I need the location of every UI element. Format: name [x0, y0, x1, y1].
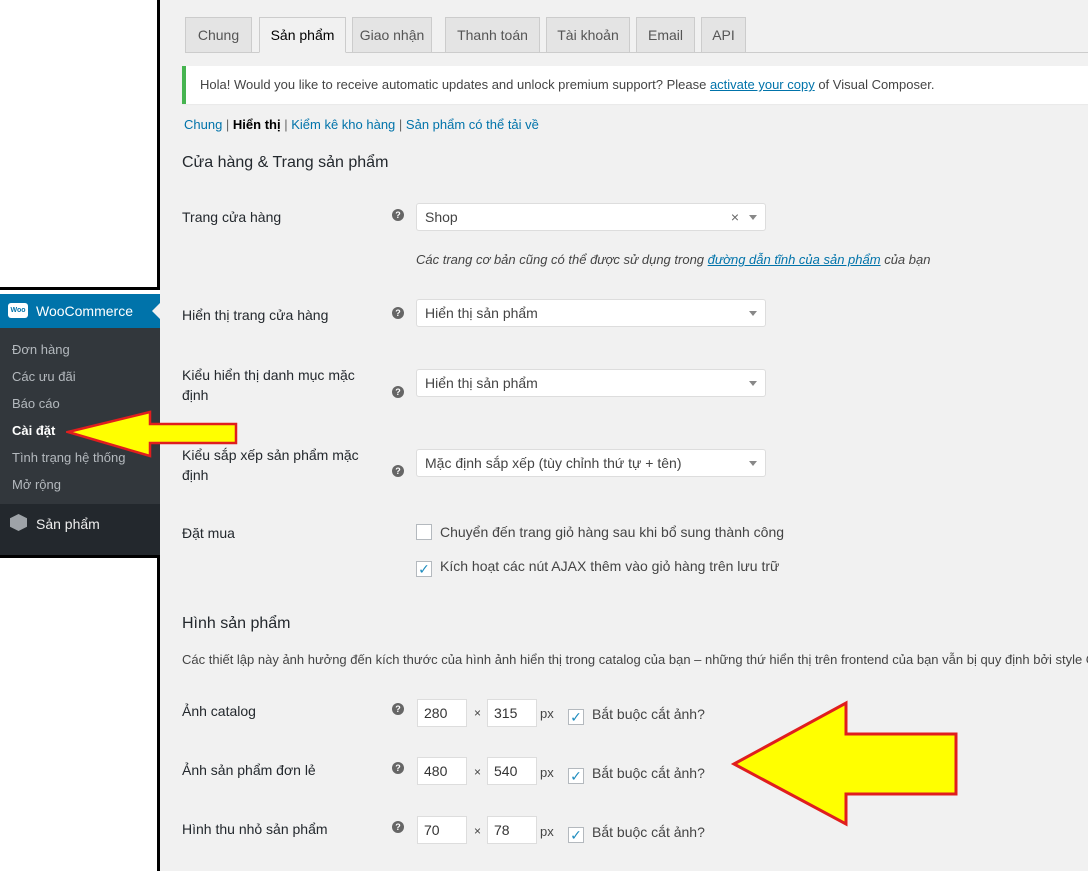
- subnav-separator: |: [222, 117, 233, 132]
- subnav-display[interactable]: Hiển thị: [233, 117, 281, 132]
- tab-shipping[interactable]: Giao nhận: [352, 17, 432, 53]
- shop-page-description: Các trang cơ bản cũng có thể được sử dụn…: [416, 252, 930, 267]
- shop-display-value: Hiển thị sản phẩm: [425, 305, 538, 321]
- tab-email[interactable]: Email: [636, 17, 695, 53]
- option-label: Kích hoạt các nút AJAX thêm vào giỏ hàng…: [440, 558, 780, 574]
- redirect-to-cart-option[interactable]: Chuyển đến trang giỏ hàng sau khi bổ sun…: [416, 524, 784, 540]
- shop-page-label: Trang cửa hàng: [182, 209, 282, 225]
- chevron-down-icon: [749, 461, 757, 466]
- chevron-down-icon: [749, 311, 757, 316]
- tab-products[interactable]: Sản phẩm: [259, 17, 346, 53]
- desc-text-end: của bạn: [880, 252, 931, 267]
- blank-panel-top: [0, 0, 160, 290]
- help-icon[interactable]: ?: [392, 703, 404, 715]
- crop-label: Bắt buộc cắt ảnh?: [592, 706, 705, 722]
- sidebar-item-label: Sản phẩm: [36, 516, 100, 532]
- arrow-left-icon: [66, 410, 238, 458]
- crop-label: Bắt buộc cắt ảnh?: [592, 824, 705, 840]
- images-description: Các thiết lập này ảnh hưởng đến kích thư…: [182, 652, 1088, 667]
- catalog-height-input[interactable]: 315: [487, 699, 537, 727]
- thumbnail-image-label: Hình thu nhỏ sản phẩm: [182, 821, 328, 837]
- activate-link[interactable]: activate your copy: [710, 77, 815, 92]
- category-display-select[interactable]: Hiển thị sản phẩm: [416, 369, 766, 397]
- clear-icon[interactable]: ×: [731, 204, 739, 230]
- menu-pointer-icon: [152, 303, 160, 319]
- shop-page-value: Shop: [425, 209, 458, 225]
- sidebar-item-orders[interactable]: Đơn hàng: [12, 342, 70, 357]
- thumbnail-crop-checkbox[interactable]: ✓: [568, 827, 584, 843]
- help-icon[interactable]: ?: [392, 762, 404, 774]
- section-title-shop: Cửa hàng & Trang sản phẩm: [182, 154, 389, 171]
- tab-general[interactable]: Chung: [185, 17, 252, 53]
- single-image-label: Ảnh sản phẩm đơn lẻ: [182, 762, 316, 778]
- sidebar-item-extensions[interactable]: Mở rộng: [12, 477, 61, 492]
- ajax-add-to-cart-checkbox[interactable]: ✓: [416, 561, 432, 577]
- single-crop-option[interactable]: ✓ Bắt buộc cắt ảnh?: [568, 765, 705, 784]
- permalinks-link[interactable]: đường dẫn tĩnh của sản phẩm: [708, 252, 881, 267]
- redirect-to-cart-checkbox[interactable]: [416, 524, 432, 540]
- sidebar-item-woocommerce[interactable]: Woo WooCommerce: [0, 294, 160, 328]
- product-box-icon: [10, 514, 27, 531]
- woocommerce-icon: Woo: [8, 303, 28, 318]
- label-line: Kiểu hiển thị danh mục mặc: [182, 367, 355, 383]
- help-icon[interactable]: ?: [392, 465, 404, 477]
- section-title-images: Hình sản phẩm: [182, 615, 291, 632]
- shop-page-select[interactable]: Shop ×: [416, 203, 766, 231]
- single-height-input[interactable]: 540: [487, 757, 537, 785]
- desc-text: Các trang cơ bản cũng có thể được sử dụn…: [416, 252, 708, 267]
- single-width-input[interactable]: 480: [417, 757, 467, 785]
- shop-display-select[interactable]: Hiển thị sản phẩm: [416, 299, 766, 327]
- catalog-crop-checkbox[interactable]: ✓: [568, 709, 584, 725]
- help-icon[interactable]: ?: [392, 821, 404, 833]
- tab-accounts[interactable]: Tài khoản: [546, 17, 630, 53]
- help-icon[interactable]: ?: [392, 307, 404, 319]
- unit-label: px: [540, 824, 554, 839]
- tab-api[interactable]: API: [701, 17, 746, 53]
- sidebar-item-products[interactable]: Sản phẩm: [0, 504, 160, 544]
- chevron-down-icon: [749, 215, 757, 220]
- thumbnail-crop-option[interactable]: ✓ Bắt buộc cắt ảnh?: [568, 824, 705, 843]
- subnav-separator: |: [395, 117, 403, 132]
- ajax-add-to-cart-option[interactable]: ✓ Kích hoạt các nút AJAX thêm vào giỏ hàn…: [416, 558, 779, 577]
- subnav-inventory[interactable]: Kiểm kê kho hàng: [291, 117, 395, 132]
- default-sorting-select[interactable]: Mặc định sắp xếp (tùy chỉnh thứ tự + tên…: [416, 449, 766, 477]
- chevron-down-icon: [749, 381, 757, 386]
- sidebar-item-reports[interactable]: Báo cáo: [12, 396, 60, 411]
- sidebar-item-coupons[interactable]: Các ưu đãi: [12, 369, 76, 384]
- notice-text-end: of Visual Composer.: [814, 77, 935, 92]
- option-label: Chuyển đến trang giỏ hàng sau khi bổ sun…: [440, 524, 785, 540]
- times-sign: ×: [474, 706, 482, 720]
- times-sign: ×: [474, 765, 482, 779]
- catalog-crop-option[interactable]: ✓ Bắt buộc cắt ảnh?: [568, 706, 705, 725]
- subnav-general[interactable]: Chung: [184, 117, 222, 132]
- single-crop-checkbox[interactable]: ✓: [568, 768, 584, 784]
- default-sorting-value: Mặc định sắp xếp (tùy chỉnh thứ tự + tên…: [425, 455, 682, 471]
- sidebar-item-settings[interactable]: Cài đặt: [12, 423, 55, 438]
- thumbnail-height-input[interactable]: 78: [487, 816, 537, 844]
- help-icon[interactable]: ?: [392, 209, 404, 221]
- subnav-separator: |: [280, 117, 288, 132]
- catalog-image-label: Ảnh catalog: [182, 703, 256, 719]
- add-to-cart-label: Đặt mua: [182, 525, 235, 541]
- unit-label: px: [540, 765, 554, 780]
- label-line: định: [182, 467, 209, 483]
- update-notice: Hola! Would you like to receive automati…: [182, 66, 1088, 104]
- section-subnav: Chung | Hiển thị | Kiểm kê kho hàng | Sả…: [184, 117, 539, 132]
- help-icon[interactable]: ?: [392, 386, 404, 398]
- tab-checkout[interactable]: Thanh toán: [445, 17, 540, 53]
- catalog-width-input[interactable]: 280: [417, 699, 467, 727]
- subnav-downloadable[interactable]: Sản phẩm có thể tải về: [406, 117, 539, 132]
- thumbnail-width-input[interactable]: 70: [417, 816, 467, 844]
- notice-text: Hola! Would you like to receive automati…: [200, 77, 710, 92]
- shop-display-label: Hiển thị trang cửa hàng: [182, 307, 329, 323]
- times-sign: ×: [474, 824, 482, 838]
- label-line: định: [182, 387, 209, 403]
- crop-label: Bắt buộc cắt ảnh?: [592, 765, 705, 781]
- category-display-value: Hiển thị sản phẩm: [425, 375, 538, 391]
- sidebar-item-label: WooCommerce: [36, 303, 133, 319]
- blank-panel-bottom: [0, 555, 160, 871]
- arrow-left-icon: [730, 700, 958, 827]
- unit-label: px: [540, 706, 554, 721]
- category-display-label: Kiểu hiển thị danh mục mặc định: [182, 365, 355, 405]
